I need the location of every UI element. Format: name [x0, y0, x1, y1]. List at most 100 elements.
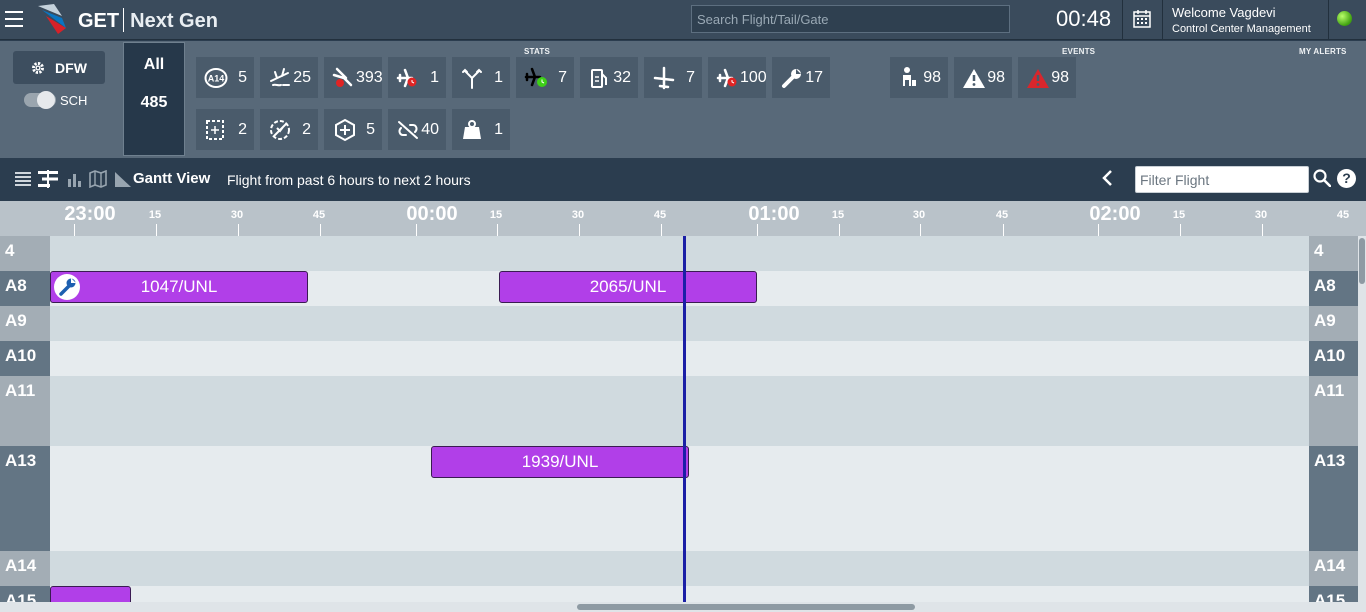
horizontal-scrollbar[interactable] — [0, 602, 1366, 612]
maintenance-icon — [54, 274, 80, 300]
timeline-minute-label: 45 — [995, 209, 1009, 221]
timeline-hour-label: 23:00 — [64, 203, 116, 225]
gate-label: A15 — [0, 586, 50, 602]
hamburger-menu-icon[interactable] — [5, 11, 23, 27]
gate-label: A8 — [0, 271, 50, 306]
gate-row: A15 — [0, 586, 1310, 602]
stat-tile-aircraft[interactable]: 7 — [644, 57, 702, 98]
flight-delay-icon — [716, 68, 737, 87]
timeline-minute-label: 30 — [571, 209, 585, 221]
stat-tile-diversion[interactable]: 1 — [452, 57, 510, 98]
stat-value: 2 — [238, 120, 247, 138]
stat-tile-broken-link[interactable]: 40 — [388, 109, 446, 150]
stat-value: 32 — [613, 68, 631, 86]
stat-tile-gate-a14[interactable]: A14 5 — [196, 57, 254, 98]
alerts-section-label: MY ALERTS — [1299, 47, 1347, 56]
stat-tile-baggage-weight[interactable]: 1 — [452, 109, 510, 150]
vertical-scrollbar-thumb[interactable] — [1359, 238, 1365, 284]
a14-badge-text: A14 — [208, 73, 225, 83]
stat-tile-gate-hold[interactable]: 2 — [196, 109, 254, 150]
search-icon[interactable] — [1313, 169, 1331, 187]
event-tile-critical-alert[interactable]: 98 — [1018, 57, 1076, 98]
gate-label-right: A13 — [1309, 446, 1359, 551]
stats-section-label: STATS — [524, 47, 551, 56]
gate-lane — [50, 306, 1309, 341]
area-chart-view-icon[interactable] — [114, 170, 132, 188]
current-time: 00:48 — [1056, 6, 1112, 31]
gate-label-right: A9 — [1309, 306, 1359, 341]
gate-row: A10 — [0, 341, 1310, 376]
stat-tile-fuel[interactable]: 32 — [580, 57, 638, 98]
time-range-label: Flight from past 6 hours to next 2 hours — [227, 172, 471, 188]
stat-tile-maintenance[interactable]: 17 — [772, 57, 830, 98]
timeline-minute-label: 30 — [1254, 209, 1268, 221]
flight-bar[interactable]: 1939/UNL — [431, 446, 689, 478]
view-toolbar: Gantt View Flight from past 6 hours to n… — [0, 158, 1366, 201]
flight-bar[interactable]: 1047/UNL — [50, 271, 308, 303]
map-view-icon[interactable] — [89, 170, 107, 188]
flight-bar[interactable] — [50, 586, 131, 602]
gate-label-right: A11 — [1309, 376, 1359, 446]
stat-tile-departure-route[interactable]: 25 — [260, 57, 318, 98]
vertical-scrollbar[interactable] — [1358, 236, 1366, 602]
all-flights-filter[interactable]: All 485 — [123, 42, 185, 156]
list-view-icon[interactable] — [14, 170, 32, 188]
stat-value: 100 — [740, 68, 767, 86]
stat-tile-no-crew[interactable]: 2 — [260, 109, 318, 150]
stat-tile-flight-delay[interactable]: 100 — [708, 57, 767, 98]
timeline-minute-label: 15 — [831, 209, 845, 221]
events-section-label: EVENTS — [1062, 47, 1096, 56]
horizontal-scrollbar-thumb[interactable] — [577, 604, 915, 610]
gate-label: A14 — [0, 551, 50, 586]
gantt-chart: 4 A8 A9 A10 A11 A13 A14 A15 4 A8 A9 A10 … — [0, 236, 1366, 602]
event-tile-passenger[interactable]: 98 — [890, 57, 948, 98]
gate-row: 4 — [0, 236, 1310, 271]
user-welcome[interactable]: Welcome Vagdevi Control Center Managemen… — [1172, 5, 1311, 37]
stat-tile-delayed-arrival[interactable]: 393 — [324, 57, 383, 98]
gate-label-right: A14 — [1309, 551, 1359, 586]
timeline-hour-label: 01:00 — [748, 203, 800, 225]
gate-label-right: 4 — [1309, 236, 1359, 271]
flight-bar[interactable]: 2065/UNL — [499, 271, 757, 303]
passenger-icon — [903, 66, 916, 86]
event-value: 98 — [987, 68, 1005, 86]
active-view-label: Gantt View — [133, 170, 211, 187]
chevron-left-icon[interactable] — [1099, 168, 1115, 188]
event-value: 98 — [1051, 68, 1069, 86]
sch-toggle[interactable] — [24, 91, 56, 109]
help-button[interactable]: ? — [1337, 169, 1356, 188]
stat-value: 5 — [238, 68, 247, 86]
stat-value: 1 — [430, 68, 439, 86]
station-selector-button[interactable]: DFW — [13, 51, 105, 84]
search-flight-input[interactable] — [691, 5, 1010, 33]
stat-value: 7 — [686, 68, 695, 86]
timeline-minute-label: 30 — [230, 209, 244, 221]
stat-tile-late-departure[interactable]: 1 — [388, 57, 446, 98]
divider — [1162, 0, 1163, 40]
gate-lane — [50, 376, 1309, 446]
stat-value: 5 — [366, 120, 375, 138]
gate-label: A10 — [0, 341, 50, 376]
connection-status-icon — [1337, 11, 1352, 26]
wrench-icon — [782, 68, 801, 88]
fuel-icon — [591, 68, 607, 88]
timeline-header: 23:00 15 30 45 00:00 15 30 45 01:00 15 3… — [0, 201, 1366, 237]
late-departure-icon — [396, 68, 417, 87]
stat-value: 2 — [302, 120, 311, 138]
timeline-minute-label: 15 — [148, 209, 162, 221]
gate-lane — [50, 236, 1309, 271]
timeline-minute-label: 15 — [1172, 209, 1186, 221]
stat-tile-inspection[interactable]: 5 — [324, 109, 382, 150]
flight-label: 1047/UNL — [140, 277, 218, 296]
gate-lane — [50, 341, 1309, 376]
bar-chart-view-icon[interactable] — [66, 170, 84, 188]
top-bar: GET Next Gen 00:48 Welcome Vagdevi Contro… — [0, 0, 1366, 40]
filter-flight-input[interactable] — [1135, 166, 1309, 193]
a14-gate-badge-icon: A14 — [204, 67, 228, 88]
user-role: Control Center Management — [1172, 23, 1311, 35]
gantt-view-icon[interactable] — [38, 170, 58, 188]
calendar-icon[interactable] — [1132, 9, 1152, 29]
event-tile-warning[interactable]: 98 — [954, 57, 1012, 98]
timeline-minute-label: 30 — [912, 209, 926, 221]
stat-tile-on-time[interactable]: 7 — [516, 57, 574, 98]
